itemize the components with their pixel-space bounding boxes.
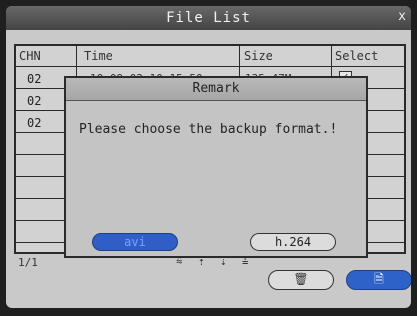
header-chn[interactable]: CHN [19,49,41,63]
row-divider [16,66,404,67]
file-list-window: File List x CHN Time Size Select 02 10-0… [6,6,411,308]
row-chn[interactable]: 02 [27,94,41,108]
dialog-title: Remark [66,78,366,101]
delete-button[interactable]: 🗑 [268,270,334,290]
backup-button[interactable]: 🗎 [346,270,411,290]
row-chn[interactable]: 02 [27,72,41,86]
h264-button[interactable]: h.264 [250,233,336,251]
remark-dialog: Remark Please choose the backup format.!… [64,76,368,258]
backup-icon: 🗎 [374,272,384,286]
window-titlebar: File List x [6,6,411,30]
header-size[interactable]: Size [244,49,273,63]
trash-icon: 🗑 [293,272,309,286]
dialog-message: Please choose the backup format.! [79,122,338,137]
row-chn[interactable]: 02 [27,116,41,130]
page-indicator: 1/1 [18,256,38,269]
close-icon[interactable]: x [398,6,407,28]
window-title: File List [166,10,251,26]
header-time[interactable]: Time [84,49,113,63]
header-select[interactable]: Select [335,49,378,63]
avi-button[interactable]: avi [92,233,178,251]
